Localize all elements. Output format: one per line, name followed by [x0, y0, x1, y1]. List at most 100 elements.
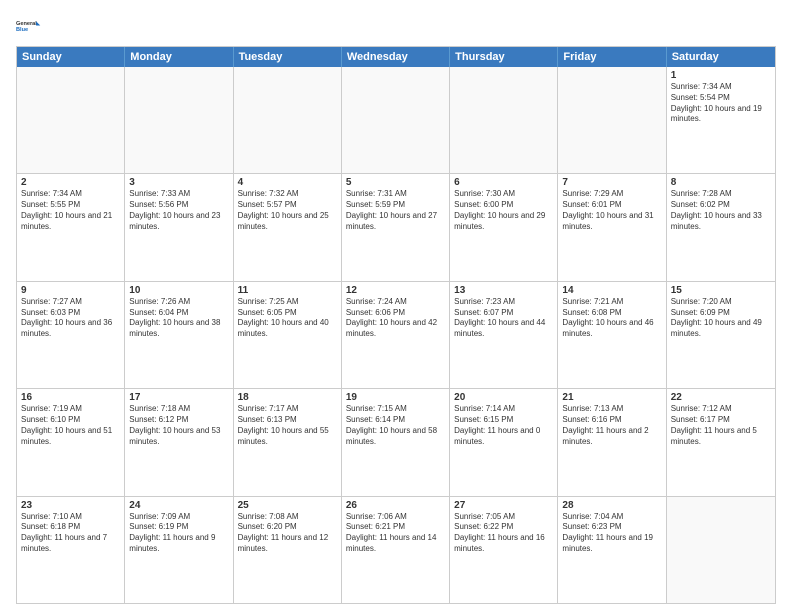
calendar-cell	[667, 497, 775, 603]
day-number: 17	[129, 392, 228, 403]
cell-info: Sunrise: 7:13 AM Sunset: 6:16 PM Dayligh…	[562, 404, 661, 447]
svg-text:Blue: Blue	[16, 27, 28, 33]
calendar-cell: 2Sunrise: 7:34 AM Sunset: 5:55 PM Daylig…	[17, 174, 125, 280]
calendar-cell: 15Sunrise: 7:20 AM Sunset: 6:09 PM Dayli…	[667, 282, 775, 388]
day-number: 3	[129, 177, 228, 188]
day-number: 22	[671, 392, 771, 403]
cell-info: Sunrise: 7:19 AM Sunset: 6:10 PM Dayligh…	[21, 404, 120, 447]
calendar: SundayMondayTuesdayWednesdayThursdayFrid…	[16, 46, 776, 604]
calendar-cell: 21Sunrise: 7:13 AM Sunset: 6:16 PM Dayli…	[558, 389, 666, 495]
day-number: 2	[21, 177, 120, 188]
cell-info: Sunrise: 7:29 AM Sunset: 6:01 PM Dayligh…	[562, 189, 661, 232]
day-number: 7	[562, 177, 661, 188]
day-number: 24	[129, 500, 228, 511]
calendar-cell: 1Sunrise: 7:34 AM Sunset: 5:54 PM Daylig…	[667, 67, 775, 173]
cell-info: Sunrise: 7:18 AM Sunset: 6:12 PM Dayligh…	[129, 404, 228, 447]
cell-info: Sunrise: 7:28 AM Sunset: 6:02 PM Dayligh…	[671, 189, 771, 232]
calendar-cell: 14Sunrise: 7:21 AM Sunset: 6:08 PM Dayli…	[558, 282, 666, 388]
calendar-cell	[558, 67, 666, 173]
calendar-cell: 26Sunrise: 7:06 AM Sunset: 6:21 PM Dayli…	[342, 497, 450, 603]
calendar-cell: 5Sunrise: 7:31 AM Sunset: 5:59 PM Daylig…	[342, 174, 450, 280]
logo-icon: GeneralBlue	[16, 12, 44, 40]
calendar-cell	[17, 67, 125, 173]
header-day-tuesday: Tuesday	[234, 47, 342, 67]
calendar-cell: 19Sunrise: 7:15 AM Sunset: 6:14 PM Dayli…	[342, 389, 450, 495]
cell-info: Sunrise: 7:15 AM Sunset: 6:14 PM Dayligh…	[346, 404, 445, 447]
day-number: 4	[238, 177, 337, 188]
cell-info: Sunrise: 7:31 AM Sunset: 5:59 PM Dayligh…	[346, 189, 445, 232]
day-number: 21	[562, 392, 661, 403]
day-number: 18	[238, 392, 337, 403]
calendar-cell: 22Sunrise: 7:12 AM Sunset: 6:17 PM Dayli…	[667, 389, 775, 495]
day-number: 14	[562, 285, 661, 296]
cell-info: Sunrise: 7:27 AM Sunset: 6:03 PM Dayligh…	[21, 297, 120, 340]
calendar-cell: 17Sunrise: 7:18 AM Sunset: 6:12 PM Dayli…	[125, 389, 233, 495]
calendar-row-1: 1Sunrise: 7:34 AM Sunset: 5:54 PM Daylig…	[17, 67, 775, 174]
cell-info: Sunrise: 7:30 AM Sunset: 6:00 PM Dayligh…	[454, 189, 553, 232]
calendar-header: SundayMondayTuesdayWednesdayThursdayFrid…	[17, 47, 775, 67]
header-day-saturday: Saturday	[667, 47, 775, 67]
calendar-cell: 3Sunrise: 7:33 AM Sunset: 5:56 PM Daylig…	[125, 174, 233, 280]
cell-info: Sunrise: 7:06 AM Sunset: 6:21 PM Dayligh…	[346, 512, 445, 555]
cell-info: Sunrise: 7:04 AM Sunset: 6:23 PM Dayligh…	[562, 512, 661, 555]
day-number: 9	[21, 285, 120, 296]
cell-info: Sunrise: 7:23 AM Sunset: 6:07 PM Dayligh…	[454, 297, 553, 340]
header-day-monday: Monday	[125, 47, 233, 67]
cell-info: Sunrise: 7:24 AM Sunset: 6:06 PM Dayligh…	[346, 297, 445, 340]
header-day-wednesday: Wednesday	[342, 47, 450, 67]
calendar-cell: 16Sunrise: 7:19 AM Sunset: 6:10 PM Dayli…	[17, 389, 125, 495]
day-number: 6	[454, 177, 553, 188]
calendar-cell	[450, 67, 558, 173]
calendar-cell: 10Sunrise: 7:26 AM Sunset: 6:04 PM Dayli…	[125, 282, 233, 388]
cell-info: Sunrise: 7:26 AM Sunset: 6:04 PM Dayligh…	[129, 297, 228, 340]
cell-info: Sunrise: 7:21 AM Sunset: 6:08 PM Dayligh…	[562, 297, 661, 340]
calendar-row-4: 16Sunrise: 7:19 AM Sunset: 6:10 PM Dayli…	[17, 389, 775, 496]
day-number: 26	[346, 500, 445, 511]
calendar-cell: 12Sunrise: 7:24 AM Sunset: 6:06 PM Dayli…	[342, 282, 450, 388]
cell-info: Sunrise: 7:17 AM Sunset: 6:13 PM Dayligh…	[238, 404, 337, 447]
calendar-row-3: 9Sunrise: 7:27 AM Sunset: 6:03 PM Daylig…	[17, 282, 775, 389]
cell-info: Sunrise: 7:33 AM Sunset: 5:56 PM Dayligh…	[129, 189, 228, 232]
day-number: 16	[21, 392, 120, 403]
cell-info: Sunrise: 7:34 AM Sunset: 5:55 PM Dayligh…	[21, 189, 120, 232]
day-number: 27	[454, 500, 553, 511]
cell-info: Sunrise: 7:20 AM Sunset: 6:09 PM Dayligh…	[671, 297, 771, 340]
calendar-cell: 18Sunrise: 7:17 AM Sunset: 6:13 PM Dayli…	[234, 389, 342, 495]
day-number: 5	[346, 177, 445, 188]
header: GeneralBlue	[16, 12, 776, 40]
header-day-friday: Friday	[558, 47, 666, 67]
day-number: 25	[238, 500, 337, 511]
calendar-cell: 6Sunrise: 7:30 AM Sunset: 6:00 PM Daylig…	[450, 174, 558, 280]
cell-info: Sunrise: 7:09 AM Sunset: 6:19 PM Dayligh…	[129, 512, 228, 555]
cell-info: Sunrise: 7:10 AM Sunset: 6:18 PM Dayligh…	[21, 512, 120, 555]
day-number: 12	[346, 285, 445, 296]
day-number: 1	[671, 70, 771, 81]
cell-info: Sunrise: 7:12 AM Sunset: 6:17 PM Dayligh…	[671, 404, 771, 447]
cell-info: Sunrise: 7:32 AM Sunset: 5:57 PM Dayligh…	[238, 189, 337, 232]
calendar-row-5: 23Sunrise: 7:10 AM Sunset: 6:18 PM Dayli…	[17, 497, 775, 603]
calendar-cell: 20Sunrise: 7:14 AM Sunset: 6:15 PM Dayli…	[450, 389, 558, 495]
calendar-cell: 28Sunrise: 7:04 AM Sunset: 6:23 PM Dayli…	[558, 497, 666, 603]
calendar-cell: 25Sunrise: 7:08 AM Sunset: 6:20 PM Dayli…	[234, 497, 342, 603]
calendar-cell: 4Sunrise: 7:32 AM Sunset: 5:57 PM Daylig…	[234, 174, 342, 280]
day-number: 20	[454, 392, 553, 403]
calendar-body: 1Sunrise: 7:34 AM Sunset: 5:54 PM Daylig…	[17, 67, 775, 603]
calendar-cell: 7Sunrise: 7:29 AM Sunset: 6:01 PM Daylig…	[558, 174, 666, 280]
calendar-cell: 8Sunrise: 7:28 AM Sunset: 6:02 PM Daylig…	[667, 174, 775, 280]
calendar-cell: 13Sunrise: 7:23 AM Sunset: 6:07 PM Dayli…	[450, 282, 558, 388]
day-number: 23	[21, 500, 120, 511]
page: GeneralBlue SundayMondayTuesdayWednesday…	[0, 0, 792, 612]
day-number: 13	[454, 285, 553, 296]
calendar-cell	[342, 67, 450, 173]
calendar-cell: 23Sunrise: 7:10 AM Sunset: 6:18 PM Dayli…	[17, 497, 125, 603]
svg-text:General: General	[16, 21, 37, 27]
header-day-thursday: Thursday	[450, 47, 558, 67]
calendar-row-2: 2Sunrise: 7:34 AM Sunset: 5:55 PM Daylig…	[17, 174, 775, 281]
calendar-cell: 9Sunrise: 7:27 AM Sunset: 6:03 PM Daylig…	[17, 282, 125, 388]
header-day-sunday: Sunday	[17, 47, 125, 67]
day-number: 8	[671, 177, 771, 188]
logo: GeneralBlue	[16, 12, 44, 40]
calendar-cell	[234, 67, 342, 173]
cell-info: Sunrise: 7:08 AM Sunset: 6:20 PM Dayligh…	[238, 512, 337, 555]
day-number: 11	[238, 285, 337, 296]
